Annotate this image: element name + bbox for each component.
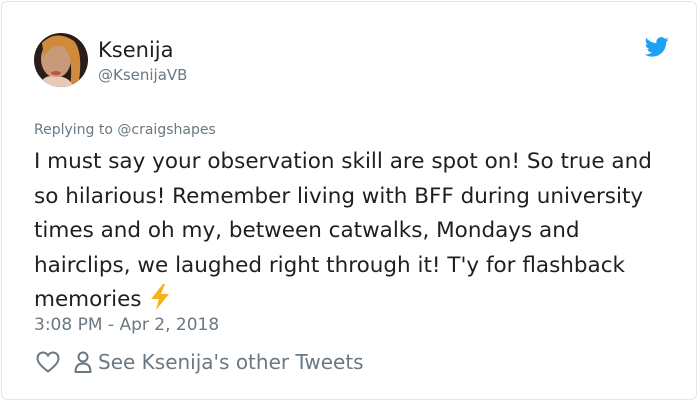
- tweet-text: I must say your observation skill are sp…: [34, 149, 652, 312]
- heart-icon[interactable]: [36, 351, 60, 373]
- tweet-text-container: I must say your observation skill are sp…: [34, 145, 674, 318]
- tweet-actions: See Ksenija's other Tweets: [36, 348, 364, 376]
- twitter-bird-icon[interactable]: [645, 37, 669, 57]
- see-other-tweets-link[interactable]: See Ksenija's other Tweets: [98, 350, 364, 374]
- avatar[interactable]: [34, 33, 88, 87]
- person-icon: [74, 351, 92, 373]
- author-handle[interactable]: @KsenijaVB: [98, 66, 187, 84]
- lightning-bolt-icon: [150, 284, 169, 310]
- tweet-card: Ksenija @KsenijaVB Replying to @craigsha…: [1, 1, 697, 400]
- timestamp-link[interactable]: 3:08 PM - Apr 2, 2018: [34, 315, 219, 335]
- replying-to: Replying to @craigshapes: [34, 122, 216, 138]
- author-name[interactable]: Ksenija: [98, 38, 173, 62]
- replying-to-handle-link[interactable]: @craigshapes: [117, 122, 215, 138]
- replying-to-prefix: Replying to: [34, 122, 113, 138]
